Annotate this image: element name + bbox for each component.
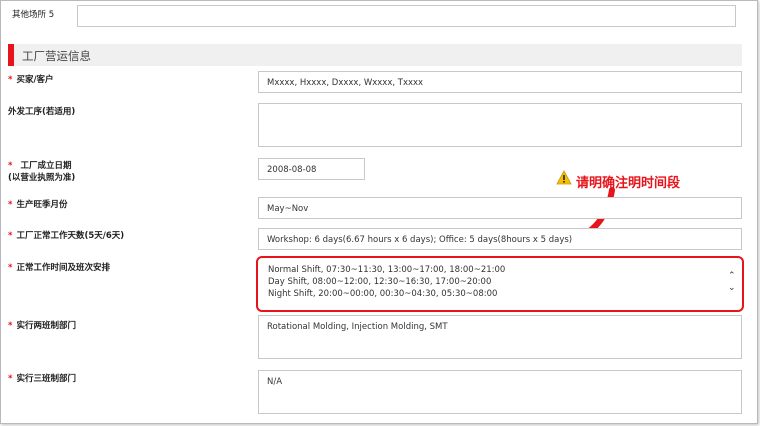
scroll-down-icon[interactable]: ⌄ <box>728 282 738 294</box>
outsourcing-textarea[interactable] <box>258 103 742 147</box>
required-mark: * <box>8 200 13 210</box>
peak-season-input[interactable]: May~Nov <box>258 197 742 219</box>
outsourcing-label: 外发工序(若适用) <box>8 107 76 117</box>
section-header: 工厂营运信息 <box>8 44 742 66</box>
other-venue-5-label: 其他场所 5 <box>12 10 55 20</box>
work-days-label: * 工厂正常工作天数(5天/6天) <box>8 230 124 242</box>
scroll-up-icon[interactable]: ⌃ <box>728 270 738 282</box>
section-title: 工厂营运信息 <box>22 49 91 63</box>
required-mark: * <box>8 374 13 384</box>
three-shift-label: * 实行三班制部门 <box>8 373 76 385</box>
required-mark: * <box>8 321 13 331</box>
warning-icon <box>556 170 572 185</box>
buyer-label-text: 买家/客户 <box>16 75 54 85</box>
required-mark: * <box>8 75 13 85</box>
work-hours-label: * 正常工作时间及班次安排 <box>8 262 110 274</box>
three-shift-textarea[interactable]: N/A <box>258 370 742 414</box>
required-mark: * <box>8 263 13 273</box>
work-days-label-text: 工厂正常工作天数(5天/6天) <box>16 231 125 241</box>
other-venue-5-input[interactable] <box>77 5 736 27</box>
required-mark: * <box>8 161 13 171</box>
peak-season-label: * 生产旺季月份 <box>8 199 67 211</box>
scrollbar[interactable]: ⌃ ⌄ <box>728 270 738 294</box>
two-shift-textarea[interactable]: Rotational Molding, Injection Molding, S… <box>258 315 742 359</box>
founded-label: * 工厂成立日期 <box>8 160 71 172</box>
two-shift-label-text: 实行两班制部门 <box>16 321 76 331</box>
two-shift-label: * 实行两班制部门 <box>8 320 76 332</box>
founded-label-text: 工厂成立日期 <box>20 161 72 171</box>
peak-season-label-text: 生产旺季月份 <box>16 200 68 210</box>
work-days-input[interactable]: Workshop: 6 days(6.67 hours x 6 days); O… <box>258 228 742 250</box>
section-accent-bar <box>8 44 14 66</box>
three-shift-label-text: 实行三班制部门 <box>16 374 76 384</box>
buyer-label: * 买家/客户 <box>8 74 54 86</box>
founded-sublabel: (以营业执照为准) <box>8 173 76 183</box>
work-hours-label-text: 正常工作时间及班次安排 <box>16 263 110 273</box>
required-mark: * <box>8 231 13 241</box>
highlight-outline: ⌃ ⌄ <box>256 256 744 312</box>
buyer-input[interactable]: Mxxxx, Hxxxx, Dxxxx, Wxxxx, Txxxx <box>258 71 742 93</box>
founded-date-input[interactable]: 2008-08-08 <box>258 158 365 180</box>
